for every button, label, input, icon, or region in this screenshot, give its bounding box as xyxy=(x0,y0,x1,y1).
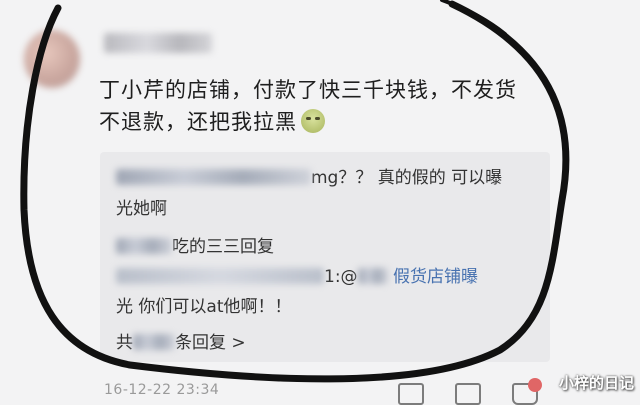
hand-drawn-circle xyxy=(20,0,570,383)
comment-card: 丁小芹的店铺，付款了快三千块钱，不发货 不退款，还把我拉黑 mg？？ 真的假的 … xyxy=(0,0,640,405)
